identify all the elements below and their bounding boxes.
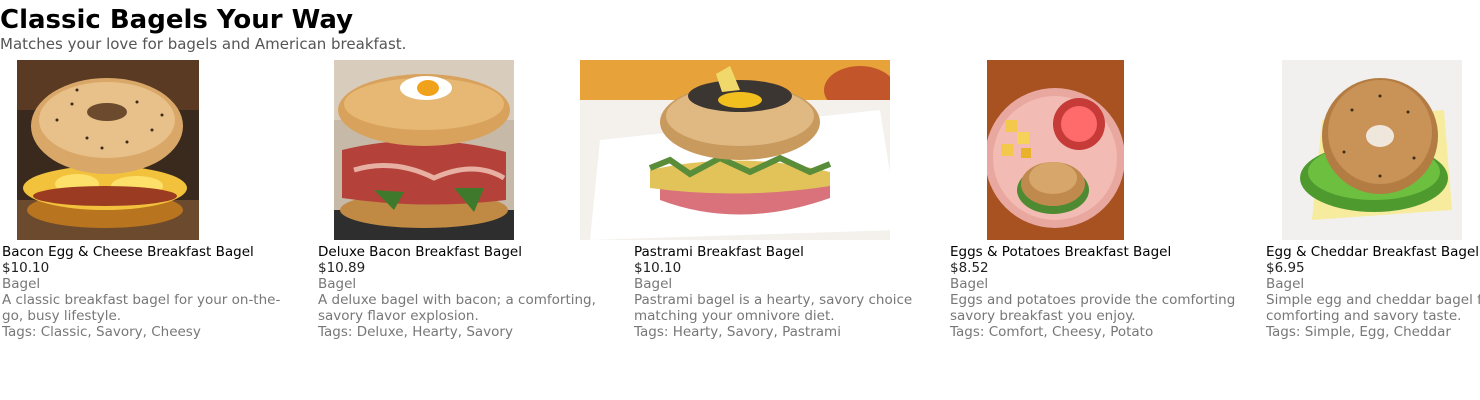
product-tags: Tags: Classic, Savory, Cheesy bbox=[2, 324, 201, 340]
product-name[interactable]: Deluxe Bacon Breakfast Bagel bbox=[318, 244, 618, 260]
product-tags: Tags: Simple, Egg, Cheddar bbox=[1266, 324, 1451, 340]
product-description: A deluxe bagel with bacon; a comforting,… bbox=[318, 292, 596, 324]
product-tags: Tags: Hearty, Savory, Pastrami bbox=[634, 324, 841, 340]
bacon-egg-cheese-bagel-photo[interactable] bbox=[17, 60, 199, 240]
product-card[interactable]: Pastrami Breakfast Bagel $10.10 Bagel Pa… bbox=[580, 60, 912, 340]
product-description: Eggs and potatoes provide the comforting… bbox=[950, 292, 1236, 324]
product-name[interactable]: Eggs & Potatoes Breakfast Bagel bbox=[950, 244, 1250, 260]
product-price: $8.52 bbox=[950, 260, 989, 276]
product-tags: Tags: Deluxe, Hearty, Savory bbox=[318, 324, 513, 340]
product-price: $10.10 bbox=[2, 260, 50, 276]
product-name[interactable]: Pastrami Breakfast Bagel bbox=[634, 244, 934, 260]
product-tags: Tags: Comfort, Cheesy, Potato bbox=[950, 324, 1154, 340]
page-header: Classic Bagels Your Way Matches your lov… bbox=[0, 4, 406, 52]
product-price: $6.95 bbox=[1266, 260, 1305, 276]
product-card[interactable]: Bacon Egg & Cheese Breakfast Bagel $10.1… bbox=[0, 60, 310, 340]
page-subtitle: Matches your love for bagels and America… bbox=[0, 35, 407, 53]
product-category: Bagel bbox=[634, 276, 673, 292]
product-name[interactable]: Egg & Cheddar Breakfast Bagel bbox=[1266, 244, 1480, 260]
page-title: Classic Bagels Your Way bbox=[0, 5, 354, 35]
product-description: Simple egg and cheddar bagel for comfort… bbox=[1266, 292, 1480, 324]
product-card[interactable]: Egg & Cheddar Breakfast Bagel $6.95 Bage… bbox=[1264, 60, 1480, 340]
eggs-potatoes-bagel-photo[interactable] bbox=[987, 60, 1124, 240]
product-card[interactable]: Eggs & Potatoes Breakfast Bagel $8.52 Ba… bbox=[948, 60, 1258, 340]
product-name[interactable]: Bacon Egg & Cheese Breakfast Bagel bbox=[2, 244, 302, 260]
product-category: Bagel bbox=[950, 276, 989, 292]
product-category: Bagel bbox=[318, 276, 357, 292]
egg-cheddar-bagel-photo[interactable] bbox=[1282, 60, 1462, 240]
product-category: Bagel bbox=[2, 276, 41, 292]
product-price: $10.10 bbox=[634, 260, 682, 276]
product-description: A classic breakfast bagel for your on-th… bbox=[2, 292, 281, 324]
product-price: $10.89 bbox=[318, 260, 366, 276]
deluxe-bacon-bagel-photo[interactable] bbox=[334, 60, 514, 240]
product-description: Pastrami bagel is a hearty, savory choic… bbox=[634, 292, 913, 324]
pastrami-bagel-photo[interactable] bbox=[580, 60, 890, 240]
product-category: Bagel bbox=[1266, 276, 1305, 292]
product-row: Bacon Egg & Cheese Breakfast Bagel $10.1… bbox=[0, 60, 1480, 360]
